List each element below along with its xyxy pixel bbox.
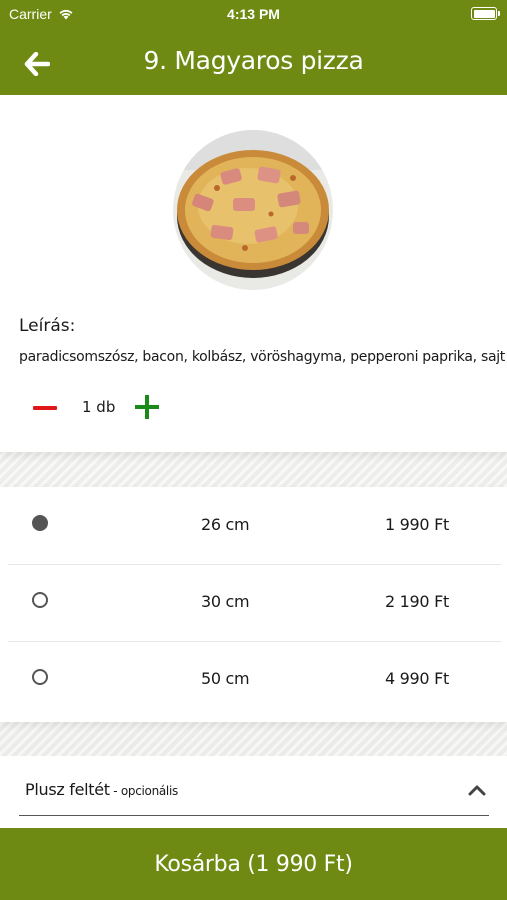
radio-icon[interactable] bbox=[32, 592, 48, 608]
extras-optional-note: - opcionális bbox=[109, 784, 178, 798]
page-title: 9. Magyaros pizza bbox=[143, 46, 364, 75]
size-options-card: 26 cm 1 990 Ft 30 cm 2 190 Ft 50 cm 4 99… bbox=[0, 487, 507, 722]
header-bar: Carrier 4:13 PM 9. Magyaros pizza bbox=[0, 0, 507, 95]
size-price: 1 990 Ft bbox=[385, 515, 449, 534]
divider bbox=[19, 815, 489, 816]
minus-icon bbox=[33, 406, 57, 410]
radio-selected-icon[interactable] bbox=[32, 515, 48, 531]
size-option-50[interactable]: 50 cm 4 990 Ft bbox=[8, 641, 501, 718]
size-option-26[interactable]: 26 cm 1 990 Ft bbox=[8, 487, 501, 564]
description-heading: Leírás: bbox=[19, 316, 76, 336]
status-bar: Carrier 4:13 PM bbox=[0, 0, 507, 28]
radio-icon[interactable] bbox=[32, 669, 48, 685]
size-label: 26 cm bbox=[201, 515, 250, 534]
pizza-image bbox=[173, 130, 333, 290]
size-price: 4 990 Ft bbox=[385, 669, 449, 688]
increase-quantity-button[interactable] bbox=[133, 394, 161, 422]
size-label: 30 cm bbox=[201, 592, 250, 611]
extras-accordion[interactable]: Plusz feltét - opcionális bbox=[0, 756, 507, 828]
status-time: 4:13 PM bbox=[227, 6, 280, 22]
description-text: paradicsomszósz, bacon, kolbász, vörösha… bbox=[19, 349, 506, 365]
size-price: 2 190 Ft bbox=[385, 592, 449, 611]
add-to-cart-button[interactable]: Kosárba (1 990 Ft) bbox=[0, 828, 507, 900]
battery-icon bbox=[471, 7, 500, 20]
decrease-quantity-button[interactable] bbox=[30, 396, 60, 420]
size-option-30[interactable]: 30 cm 2 190 Ft bbox=[8, 564, 501, 641]
chevron-up-icon[interactable] bbox=[468, 784, 486, 796]
size-label: 50 cm bbox=[201, 669, 250, 688]
quantity-value: 1 db bbox=[82, 398, 116, 416]
extras-label: Plusz feltét - opcionális bbox=[25, 780, 178, 799]
extras-title: Plusz feltét bbox=[25, 780, 110, 799]
